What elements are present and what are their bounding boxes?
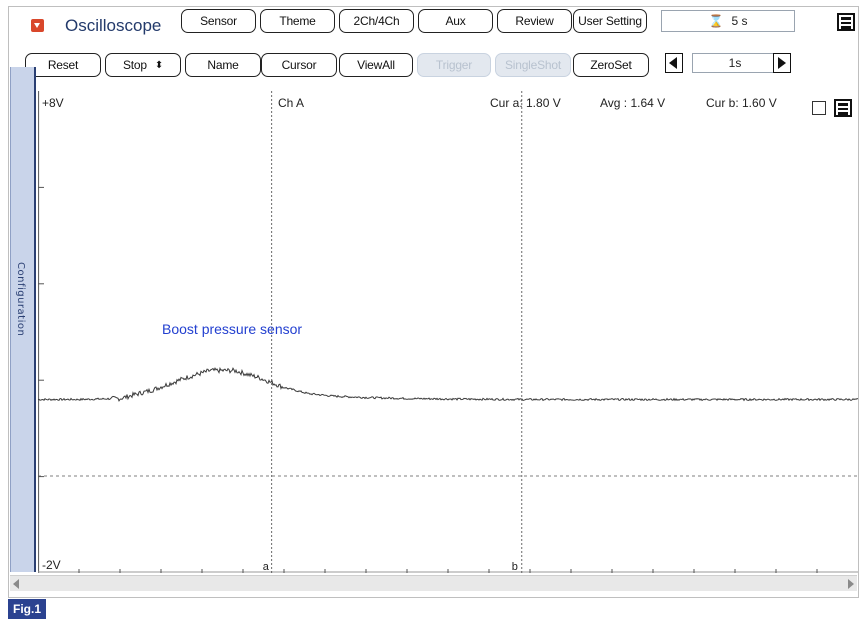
window-menu-icon[interactable] <box>837 13 855 31</box>
y-min-label: -2V <box>42 558 61 572</box>
view-all-button[interactable]: ViewAll <box>339 53 413 77</box>
app-menu-icon[interactable] <box>31 19 44 32</box>
plot-background <box>38 91 858 573</box>
timebase-display[interactable]: ⌛ 5 s <box>661 10 795 32</box>
figure-label: Fig.1 <box>8 599 47 619</box>
app-title: Oscilloscope <box>65 16 162 35</box>
stop-label: Stop <box>122 58 147 72</box>
sensor-button[interactable]: Sensor <box>181 9 256 33</box>
updown-chevron-icon: ⬍ <box>154 59 164 71</box>
scroll-right-icon[interactable] <box>848 579 854 589</box>
cursor-a-readout: Cur a: 1.80 V <box>490 96 561 110</box>
step-value-field[interactable]: 1s <box>692 53 778 73</box>
timebase-value: 5 s <box>731 14 748 28</box>
signal-name-label: Boost pressure sensor <box>162 321 302 337</box>
configuration-tab[interactable]: Configuration <box>10 67 36 572</box>
scroll-left-icon[interactable] <box>13 579 19 589</box>
horizontal-scrollbar[interactable] <box>10 575 857 591</box>
average-readout: Avg : 1.64 V <box>600 96 665 110</box>
channels-button[interactable]: 2Ch/4Ch <box>339 9 414 33</box>
overlay-checkbox[interactable] <box>812 101 826 115</box>
step-right-arrow-icon[interactable] <box>773 53 791 73</box>
reset-button[interactable]: Reset <box>25 53 101 77</box>
cursor-b-marker: b <box>512 561 518 573</box>
y-max-label: +8V <box>42 96 64 110</box>
cursor-a-marker: a <box>263 561 270 573</box>
plot-menu-icon[interactable] <box>834 99 852 117</box>
channel-label: Ch A <box>278 96 304 110</box>
cursor-button[interactable]: Cursor <box>261 53 337 77</box>
name-button[interactable]: Name <box>185 53 261 77</box>
single-shot-button[interactable]: SingleShot <box>495 53 571 77</box>
theme-button[interactable]: Theme <box>260 9 335 33</box>
plot-area[interactable]: +8V -2V Ch A Cur a: 1.80 V Avg : 1.64 V … <box>38 91 858 573</box>
configuration-label: Configuration <box>15 262 26 337</box>
user-setting-button[interactable]: User Setting <box>573 9 647 33</box>
hourglass-icon: ⌛ <box>708 14 724 28</box>
step-left-arrow-icon[interactable] <box>665 53 683 73</box>
stop-select[interactable]: Stop ⬍ <box>105 53 181 77</box>
oscilloscope-window: Oscilloscope Sensor Theme 2Ch/4Ch Aux Re… <box>8 6 859 598</box>
cursor-b-readout: Cur b: 1.60 V <box>706 96 777 110</box>
aux-button[interactable]: Aux <box>418 9 493 33</box>
trigger-button[interactable]: Trigger <box>417 53 491 77</box>
scope-display[interactable]: +8V -2V Ch A Cur a: 1.80 V Avg : 1.64 V … <box>38 91 858 573</box>
zero-set-button[interactable]: ZeroSet <box>573 53 649 77</box>
review-button[interactable]: Review <box>497 9 572 33</box>
